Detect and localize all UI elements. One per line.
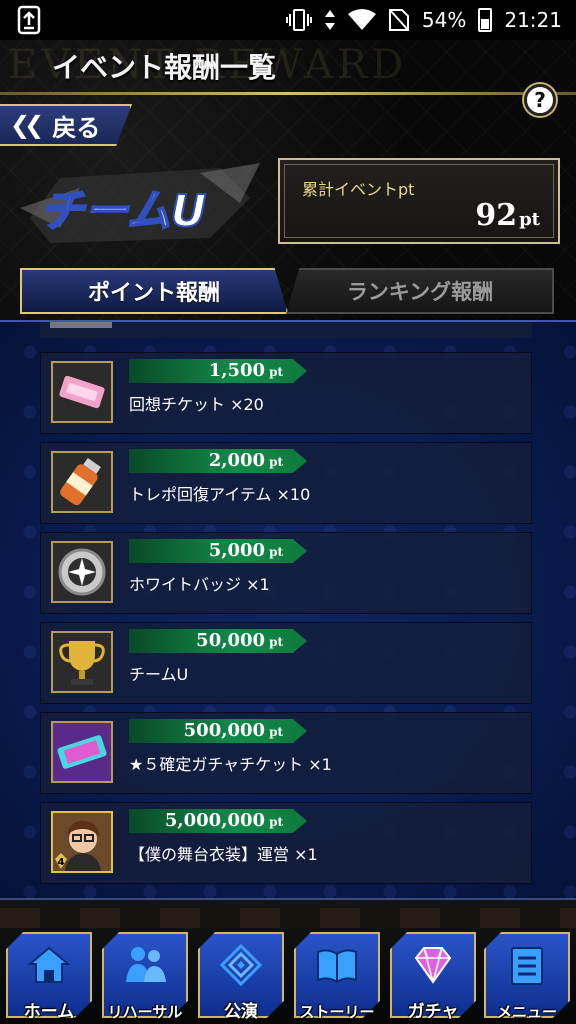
team-logo: チームU bbox=[20, 163, 260, 243]
gacha-ticket-icon bbox=[51, 721, 113, 783]
partial-reward-icon bbox=[50, 322, 112, 328]
nav-home-label: ホーム bbox=[23, 1002, 75, 1022]
people-icon bbox=[126, 947, 166, 982]
nav-home-button[interactable]: ホーム bbox=[6, 932, 92, 1024]
tab-point-reward-label: ポイント報酬 bbox=[87, 281, 220, 306]
header: EVENT REWARD イベント報酬一覧 ? ❮❮ 戻る チームU 累計イベン… bbox=[0, 40, 576, 320]
data-arrows-icon bbox=[324, 10, 335, 30]
double-chevron-left-icon: ❮❮ bbox=[10, 111, 44, 139]
notepad-icon bbox=[511, 947, 543, 985]
total-points-box: 累計イベントpt 92 pt bbox=[278, 158, 560, 244]
nav-decoration bbox=[0, 908, 576, 928]
list-item: 2,000 pt トレポ回復アイテム ×10 bbox=[40, 442, 532, 524]
nav-story-label: ストーリー bbox=[299, 1003, 375, 1021]
reward-name: トレポ回復アイテム ×10 bbox=[129, 485, 311, 504]
points-badge: 500,000 pt bbox=[129, 719, 307, 743]
clock: 21:21 bbox=[504, 8, 562, 32]
nav-menu-label: メニュー bbox=[496, 1003, 557, 1021]
tab-point-reward[interactable]: ポイント報酬 bbox=[20, 268, 288, 314]
title-divider bbox=[0, 92, 576, 95]
nav-gacha-label: ガチャ bbox=[407, 1002, 459, 1022]
tab-ranking-reward-label: ランキング報酬 bbox=[346, 280, 494, 304]
reward-name: チームU bbox=[129, 665, 189, 684]
reward-name: 回想チケット ×20 bbox=[129, 395, 264, 414]
list-item: 50,000 pt チームU bbox=[40, 622, 532, 704]
nav-performance-label: 公演 bbox=[224, 1002, 258, 1022]
tab-ranking-reward[interactable]: ランキング報酬 bbox=[286, 268, 554, 314]
total-points-label: 累計イベントpt bbox=[302, 180, 415, 199]
wifi-icon bbox=[347, 9, 376, 30]
team-logo-text: チームU bbox=[40, 186, 206, 237]
list-item bbox=[40, 322, 532, 338]
stage-icon bbox=[219, 943, 263, 987]
points-badge: 1,500 pt bbox=[129, 359, 307, 383]
ticket-icon bbox=[51, 361, 113, 423]
nav-menu-button[interactable]: メニュー bbox=[484, 932, 570, 1024]
character-card-icon: 4 bbox=[51, 811, 113, 873]
notification-icon bbox=[17, 5, 41, 35]
reward-name: ★５確定ガチャチケット ×1 bbox=[129, 755, 332, 774]
nav-story-button[interactable]: ストーリー bbox=[294, 932, 380, 1024]
points-badge: 5,000 pt bbox=[129, 539, 307, 563]
page-title: イベント報酬一覧 bbox=[52, 51, 277, 84]
nav-performance-button[interactable]: 公演 bbox=[198, 932, 284, 1024]
back-button[interactable]: ❮❮ 戻る bbox=[0, 104, 132, 146]
nav-rehearsal-label: リハーサル bbox=[107, 1003, 183, 1021]
battery-percent: 54% bbox=[421, 8, 467, 32]
list-item: 5,000 pt ホワイトバッジ ×1 bbox=[40, 532, 532, 614]
rarity-number: 4 bbox=[58, 857, 65, 868]
back-label: 戻る bbox=[52, 113, 101, 142]
points-badge: 5,000,000 pt bbox=[129, 809, 307, 833]
trophy-icon bbox=[51, 631, 113, 693]
nav-gacha-button[interactable]: ガチャ bbox=[390, 932, 476, 1024]
list-item: 4 5,000,000 pt 【僕の舞台衣装】運営 ×1 bbox=[40, 802, 532, 884]
reward-name: ホワイトバッジ ×1 bbox=[129, 575, 270, 594]
home-icon bbox=[27, 946, 71, 983]
list-item: 500,000 pt ★５確定ガチャチケット ×1 bbox=[40, 712, 532, 794]
badge-icon bbox=[51, 541, 113, 603]
list-item: 1,500 pt 回想チケット ×20 bbox=[40, 352, 532, 434]
bottle-icon bbox=[51, 451, 113, 513]
help-button[interactable]: ? bbox=[524, 84, 556, 116]
book-icon bbox=[317, 949, 357, 984]
no-sim-icon bbox=[388, 9, 409, 31]
diamond-icon bbox=[414, 947, 452, 984]
bottom-nav: ホーム リハーサル 公演 ストーリー ガチャ メニュー bbox=[0, 898, 576, 1024]
points-badge: 50,000 pt bbox=[129, 629, 307, 653]
vibrate-icon bbox=[285, 9, 312, 31]
reward-list[interactable]: 1,500 pt 回想チケット ×20 2,000 pt トレポ回復アイテム ×10 bbox=[0, 320, 576, 898]
status-bar: 54% 21:21 bbox=[0, 0, 576, 40]
total-points-value: 92 pt bbox=[475, 198, 540, 233]
reward-name: 【僕の舞台衣装】運営 ×1 bbox=[129, 845, 318, 864]
points-badge: 2,000 pt bbox=[129, 449, 307, 473]
battery-icon bbox=[478, 8, 493, 32]
nav-rehearsal-button[interactable]: リハーサル bbox=[102, 932, 188, 1024]
